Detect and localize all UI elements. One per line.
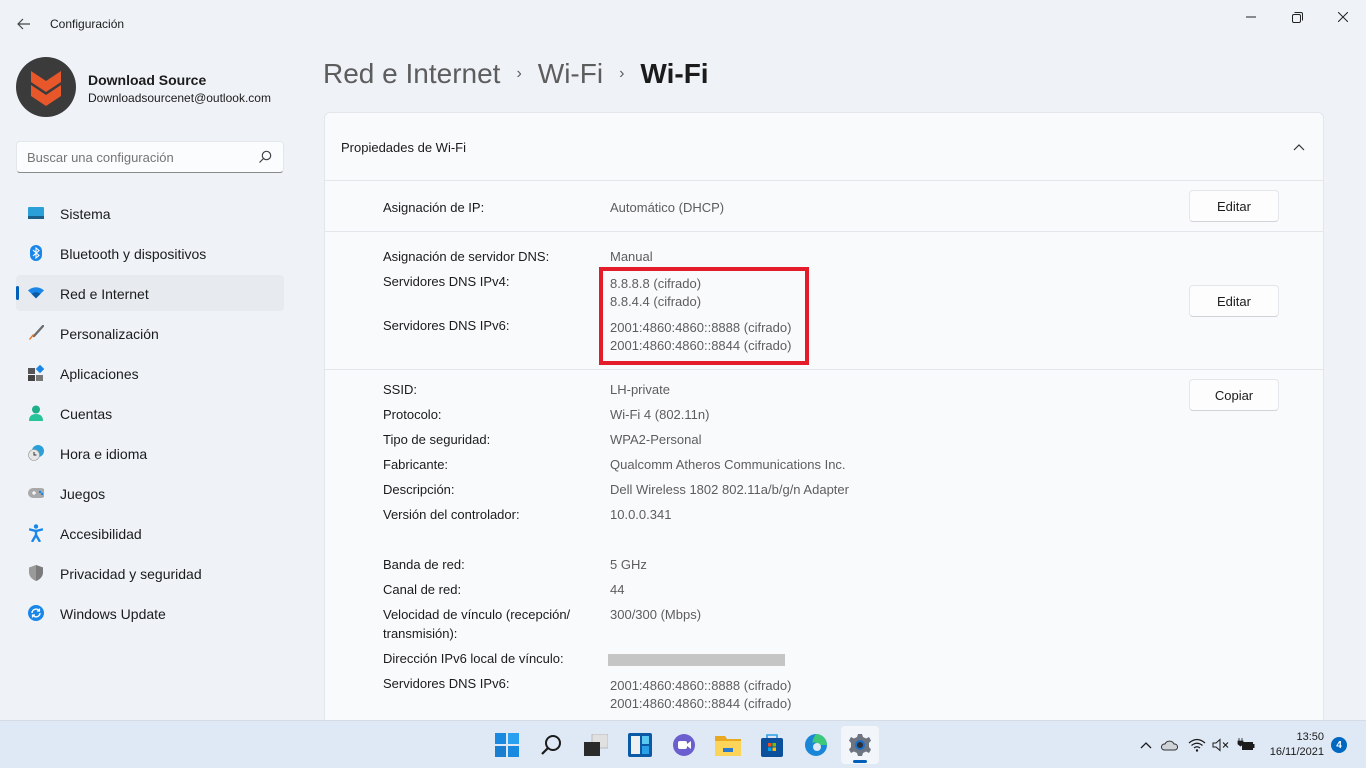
breadcrumb-separator: › xyxy=(619,65,625,82)
notification-badge[interactable]: 4 xyxy=(1331,737,1347,753)
accessibility-icon xyxy=(28,524,44,542)
redacted-value xyxy=(608,654,785,666)
dns-ipv6-label: Servidores DNS IPv6: xyxy=(383,318,510,333)
paintbrush-icon xyxy=(28,325,44,341)
search-box[interactable] xyxy=(16,141,284,173)
ip-assignment-section: Asignación de IP: Automático (DHCP) Edit… xyxy=(325,181,1323,232)
collapse-button[interactable] xyxy=(1289,137,1309,157)
wifi-icon xyxy=(28,285,44,301)
sidebar-item-cuentas[interactable]: Cuentas xyxy=(16,395,284,431)
arrow-left-icon xyxy=(17,18,30,30)
page-title: Wi-Fi xyxy=(640,58,709,89)
sidebar-item-aplicaciones[interactable]: Aplicaciones xyxy=(16,355,284,391)
apps-icon xyxy=(28,365,44,381)
ip-assignment-label: Asignación de IP: xyxy=(383,200,485,215)
volume-muted-icon xyxy=(1212,738,1229,752)
title-bar: Configuración xyxy=(0,0,1366,48)
card-title: Propiedades de Wi-Fi xyxy=(341,140,466,155)
taskbar-settings-button[interactable] xyxy=(841,726,879,764)
taskbar-start-button[interactable] xyxy=(488,726,526,764)
wifi-details-section: Copiar SSID: LH-private Protocolo: Wi-Fi… xyxy=(325,370,1323,731)
dns-assignment-value: Manual xyxy=(610,249,653,264)
account-icon xyxy=(28,405,44,421)
sidebar-item-privacidad[interactable]: Privacidad y seguridad xyxy=(16,555,284,591)
chevron-up-icon xyxy=(1140,742,1152,749)
breadcrumb-red-internet[interactable]: Red e Internet xyxy=(323,58,500,90)
maximize-icon xyxy=(1291,11,1303,23)
taskbar-file-explorer-button[interactable] xyxy=(709,726,747,764)
file-explorer-icon xyxy=(715,736,741,756)
search-icon[interactable] xyxy=(257,149,273,165)
gamepad-icon xyxy=(28,485,44,501)
taskbar-edge-button[interactable] xyxy=(797,726,835,764)
tray-battery[interactable] xyxy=(1236,735,1256,755)
minimize-button[interactable] xyxy=(1228,0,1274,34)
breadcrumb-separator: › xyxy=(516,65,522,82)
app-title: Configuración xyxy=(50,17,125,31)
taskbar-task-view-button[interactable] xyxy=(577,726,615,764)
settings-icon xyxy=(849,734,871,756)
breadcrumb: Red e Internet › Wi-Fi › Wi-Fi xyxy=(323,58,709,90)
chevron-up-icon xyxy=(1293,144,1305,151)
dns-highlight-annotation xyxy=(599,267,809,365)
tray-network[interactable] xyxy=(1187,735,1207,755)
search-icon xyxy=(541,735,561,755)
teams-chat-icon xyxy=(673,734,695,756)
taskbar-search-button[interactable] xyxy=(532,726,570,764)
sidebar-item-personalizacion[interactable]: Personalización xyxy=(16,315,284,351)
avatar xyxy=(16,57,76,117)
tray-onedrive[interactable] xyxy=(1159,735,1179,755)
edit-ip-button[interactable]: Editar xyxy=(1189,190,1279,222)
copy-button[interactable]: Copiar xyxy=(1189,379,1279,411)
profile-email: Downloadsourcenet@outlook.com xyxy=(88,91,271,105)
breadcrumb-wifi[interactable]: Wi-Fi xyxy=(538,58,603,90)
card-header[interactable]: Propiedades de Wi-Fi xyxy=(325,113,1323,181)
sidebar-item-sistema[interactable]: Sistema xyxy=(16,195,284,231)
clock-globe-icon xyxy=(28,445,44,461)
close-button[interactable] xyxy=(1320,0,1366,34)
back-button[interactable] xyxy=(12,12,36,36)
ip-assignment-value: Automático (DHCP) xyxy=(610,200,725,215)
windows-start-icon xyxy=(495,733,519,757)
dns-ipv4-label: Servidores DNS IPv4: xyxy=(383,274,510,289)
wifi-icon xyxy=(1188,738,1206,752)
taskbar-chat-button[interactable] xyxy=(665,726,703,764)
taskbar-widgets-button[interactable] xyxy=(621,726,659,764)
onedrive-cloud-icon xyxy=(1160,740,1178,751)
maximize-button[interactable] xyxy=(1274,0,1320,34)
dns-section: Asignación de servidor DNS: Manual Servi… xyxy=(325,232,1323,370)
taskbar-store-button[interactable] xyxy=(753,726,791,764)
windows-update-icon xyxy=(28,605,44,621)
dns-assignment-label: Asignación de servidor DNS: xyxy=(383,249,550,264)
tray-overflow-button[interactable] xyxy=(1136,735,1156,755)
sidebar-nav: Sistema Bluetooth y dispositivos Red e I… xyxy=(16,195,284,635)
clock-time: 13:50 xyxy=(1296,731,1324,743)
microsoft-store-icon xyxy=(761,734,783,757)
shield-icon xyxy=(28,565,44,581)
search-input[interactable] xyxy=(27,150,247,165)
task-view-icon xyxy=(584,734,608,756)
taskbar-clock[interactable]: 13:50 16/11/2021 xyxy=(1264,730,1324,760)
sidebar-item-hora-idioma[interactable]: Hora e idioma xyxy=(16,435,284,471)
widgets-icon xyxy=(628,733,652,757)
edge-icon xyxy=(805,734,827,756)
minimize-icon xyxy=(1246,16,1256,18)
taskbar: 13:50 16/11/2021 4 xyxy=(0,720,1366,768)
sidebar-item-bluetooth[interactable]: Bluetooth y dispositivos xyxy=(16,235,284,271)
bluetooth-icon xyxy=(28,245,44,261)
edit-dns-button[interactable]: Editar xyxy=(1189,285,1279,317)
sidebar-item-juegos[interactable]: Juegos xyxy=(16,475,284,511)
tray-volume[interactable] xyxy=(1211,735,1231,755)
profile-name: Download Source xyxy=(88,72,207,88)
sidebar-item-windows-update[interactable]: Windows Update xyxy=(16,595,284,631)
close-icon xyxy=(1338,12,1348,22)
sidebar-item-accesibilidad[interactable]: Accesibilidad xyxy=(16,515,284,551)
sidebar-item-red-internet[interactable]: Red e Internet xyxy=(16,275,284,311)
clock-date: 16/11/2021 xyxy=(1269,746,1324,758)
download-source-logo-icon xyxy=(31,71,61,106)
wifi-properties-card: Propiedades de Wi-Fi Asignación de IP: A… xyxy=(324,112,1324,732)
system-display-icon xyxy=(28,205,44,221)
battery-charging-icon xyxy=(1237,738,1255,750)
